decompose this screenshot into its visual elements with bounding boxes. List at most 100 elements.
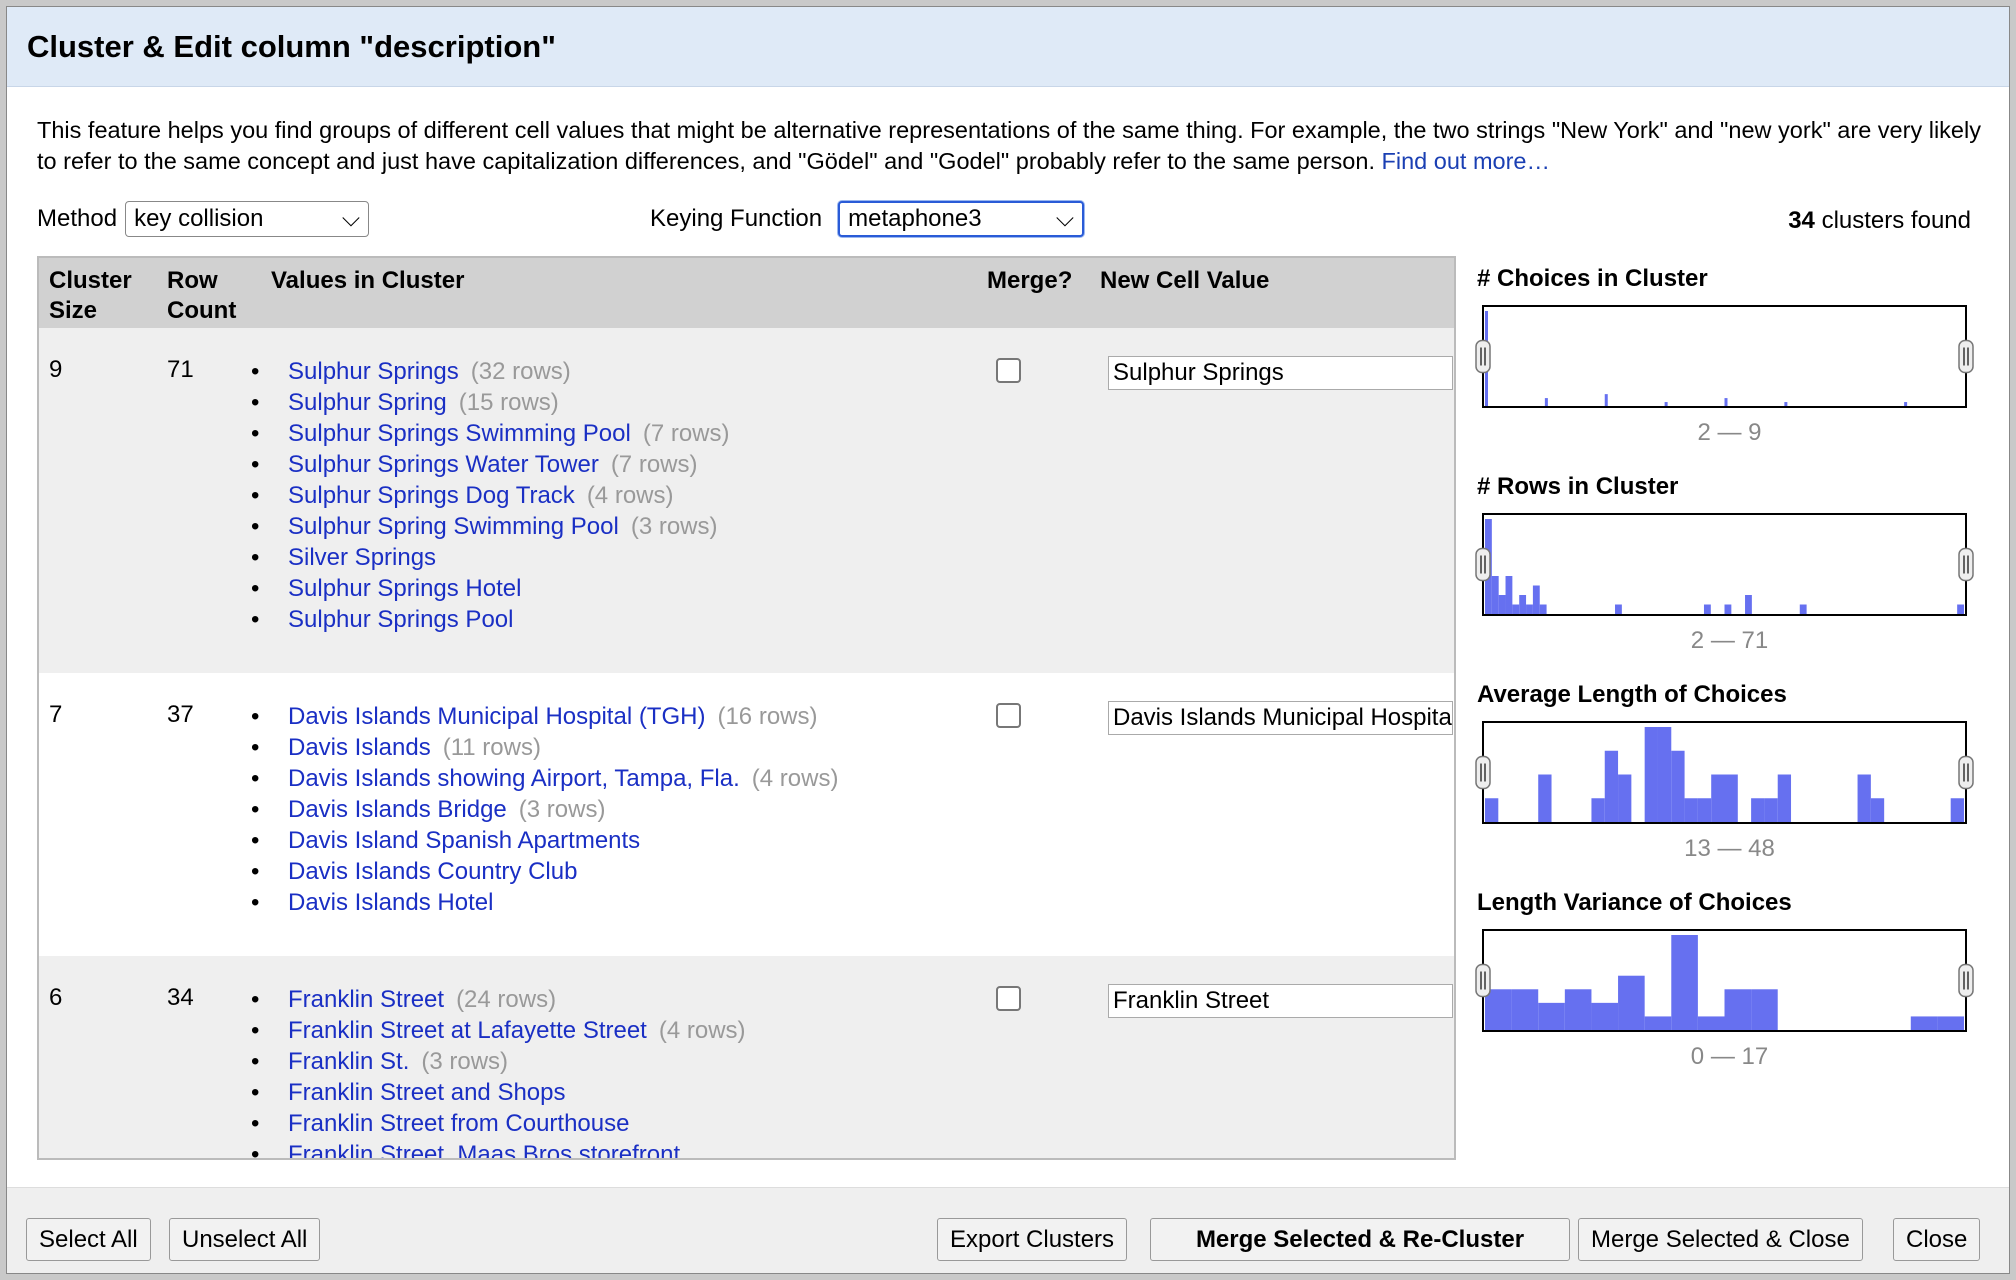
cluster-value-link[interactable]: Davis Islands Hotel [288, 889, 493, 916]
cluster-edit-dialog: Cluster & Edit column "description" This… [6, 6, 2010, 1274]
list-item: Davis Islands (11 rows) [249, 732, 838, 763]
range-max-handle[interactable] [1958, 547, 1974, 582]
cluster-value-link[interactable]: Franklin Street from Courthouse [288, 1110, 629, 1137]
method-select[interactable]: key collision ⌵ [125, 201, 370, 237]
histogram-bar [1538, 1002, 1565, 1030]
list-item: Davis Islands Country Club [249, 856, 838, 887]
cluster-value-link[interactable]: Sulphur Springs [288, 358, 459, 385]
list-item: Franklin Street from Courthouse [249, 1108, 746, 1139]
range-min-handle[interactable] [1475, 755, 1491, 790]
histogram-chart [1475, 513, 1974, 616]
cluster-value-link[interactable]: Davis Island Spanish Apartments [288, 827, 640, 854]
new-cell-value-input[interactable]: Sulphur Springs [1108, 356, 1453, 390]
histogram-frame [1482, 513, 1967, 616]
value-row-count: (7 rows) [610, 451, 698, 478]
histogram-frame [1482, 305, 1967, 408]
histogram-title: # Choices in Cluster [1477, 265, 1708, 292]
list-item: Davis Islands Hotel [249, 887, 838, 918]
cluster-value-link[interactable]: Franklin Street [288, 986, 444, 1013]
list-item: Franklin Street at Lafayette Street (4 ro… [249, 1015, 746, 1046]
select-all-button[interactable]: Select All [26, 1218, 151, 1261]
histogram-bar [1491, 576, 1499, 614]
merge-checkbox[interactable] [996, 703, 1021, 728]
method-label: Method [37, 205, 118, 232]
dialog-footer: Select All Unselect All Export Clusters … [7, 1187, 2009, 1273]
method-value: key collision [134, 205, 264, 232]
histogram-bar [1657, 727, 1672, 822]
histogram-bar [1724, 989, 1752, 1030]
keying-function-select[interactable]: metaphone3 ⌵ [838, 201, 1085, 237]
range-max-handle[interactable] [1958, 755, 1974, 790]
close-button[interactable]: Close [1893, 1218, 1981, 1261]
histogram-bar [1724, 774, 1738, 822]
value-row-count: (24 rows) [456, 986, 557, 1013]
cluster-value-link[interactable]: Sulphur Springs Hotel [288, 575, 521, 602]
cluster-value-link[interactable]: Sulphur Spring [288, 389, 447, 416]
merge-checkbox[interactable] [996, 986, 1021, 1011]
list-item: Sulphur Springs Water Tower (7 rows) [249, 449, 730, 480]
table-body[interactable]: 9 71 Sulphur Springs (32 rows) Sulphur Spr… [39, 328, 1454, 1158]
value-row-count: (4 rows) [751, 765, 839, 792]
cluster-value-link[interactable]: Sulphur Springs Swimming Pool [288, 420, 631, 447]
histogram-bar [1711, 774, 1725, 822]
description-text: This feature helps you find groups of di… [37, 117, 1981, 174]
list-item: Sulphur Springs Hotel [249, 573, 730, 604]
cluster-value-link[interactable]: Davis Islands Municipal Hospital (TGH) [288, 703, 705, 730]
cluster-value-link[interactable]: Sulphur Springs Water Tower [288, 451, 599, 478]
range-max-handle[interactable] [1958, 339, 1974, 374]
list-item: Sulphur Spring Swimming Pool (3 rows) [249, 511, 730, 542]
histogram-range: 2 — 9 [1697, 419, 1762, 446]
cluster-values-list: Franklin Street(24 rows)Franklin Street … [249, 984, 746, 1158]
histogram-chart [1475, 721, 1974, 824]
cluster-value-link[interactable]: Franklin Street, Maas Bros storefront [288, 1141, 680, 1158]
table-row: 7 37 Davis Islands Municipal Hospital (T… [39, 673, 1454, 956]
header-cluster-size: Cluster Size [49, 267, 132, 324]
cluster-size: 9 [49, 356, 63, 383]
merge-close-button[interactable]: Merge Selected & Close [1578, 1218, 1863, 1261]
histogram-range: 13 — 48 [1684, 835, 1775, 862]
histogram-bar [1591, 798, 1605, 822]
cluster-value-link[interactable]: Franklin Street at Lafayette Street [288, 1017, 647, 1044]
value-row-count: (32 rows) [470, 358, 571, 385]
value-row-count: (3 rows) [421, 1048, 509, 1075]
range-min-handle[interactable] [1475, 547, 1491, 582]
cluster-value-link[interactable]: Sulphur Springs Dog Track [288, 482, 575, 509]
cluster-value-link[interactable]: Sulphur Springs Pool [288, 606, 513, 633]
cluster-value-link[interactable]: Franklin Street and Shops [288, 1079, 566, 1106]
cluster-value-link[interactable]: Silver Springs [288, 544, 436, 571]
range-min-handle[interactable] [1475, 963, 1491, 998]
value-row-count: (4 rows) [586, 482, 674, 509]
merge-checkbox[interactable] [996, 358, 1021, 383]
new-cell-value-input[interactable]: Davis Islands Municipal Hospital (TGH) [1108, 701, 1453, 735]
cluster-value-link[interactable]: Davis Islands showing Airport, Tampa, Fl… [288, 765, 740, 792]
histogram-bar [1697, 1016, 1725, 1030]
list-item: Sulphur Springs Pool [249, 604, 730, 635]
histogram-bar [1539, 604, 1547, 614]
cluster-value-link[interactable]: Sulphur Spring Swimming Pool [288, 513, 619, 540]
histogram-bar [1512, 604, 1520, 614]
histogram-bar [1697, 798, 1712, 822]
cluster-value-link[interactable]: Davis Islands Country Club [288, 858, 577, 885]
histogram-bar [1784, 402, 1788, 406]
merge-recluster-button[interactable]: Merge Selected & Re-Cluster [1150, 1218, 1570, 1261]
histogram-bar [1538, 774, 1552, 822]
unselect-all-button[interactable]: Unselect All [169, 1218, 321, 1261]
histogram-bar [1950, 798, 1964, 822]
range-min-handle[interactable] [1475, 339, 1491, 374]
export-clusters-button[interactable]: Export Clusters [937, 1218, 1128, 1261]
histogram-bar [1526, 604, 1533, 614]
header-values: Values in Cluster [271, 267, 465, 294]
row-count: 71 [167, 356, 194, 383]
cluster-value-link[interactable]: Davis Islands [288, 734, 431, 761]
histogram-bar [1505, 576, 1513, 614]
find-out-more-link[interactable]: Find out more… [1382, 148, 1550, 174]
chevron-down-icon: ⌵ [341, 205, 361, 232]
histogram-bar [1618, 975, 1645, 1030]
keying-value: metaphone3 [848, 205, 982, 232]
cluster-value-link[interactable]: Franklin St. [288, 1048, 409, 1075]
range-max-handle[interactable] [1958, 963, 1974, 998]
cluster-value-link[interactable]: Davis Islands Bridge [288, 796, 507, 823]
new-cell-value-input[interactable]: Franklin Street [1108, 984, 1453, 1018]
row-count: 34 [167, 984, 194, 1011]
clusters-found: 34 clusters found [1788, 207, 1971, 235]
